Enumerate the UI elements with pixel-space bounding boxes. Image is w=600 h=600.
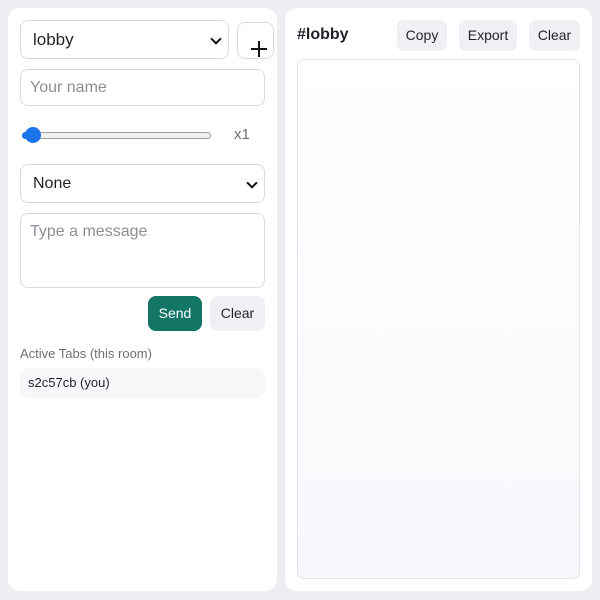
chevron-down-icon	[210, 33, 222, 45]
name-input-placeholder: Your name	[30, 79, 107, 96]
sidebar-panel: lobby Your name x1 None Type a message S…	[8, 8, 277, 591]
active-tab-item[interactable]: s2c57cb (you)	[20, 368, 265, 398]
chevron-down-icon	[246, 177, 258, 189]
name-input[interactable]: Your name	[20, 69, 265, 106]
message-log[interactable]	[297, 59, 580, 579]
message-input-placeholder: Type a message	[30, 223, 148, 240]
message-input[interactable]: Type a message	[20, 213, 265, 288]
copy-button[interactable]: Copy	[397, 20, 447, 51]
send-button[interactable]: Send	[148, 296, 202, 331]
export-button[interactable]: Export	[459, 20, 517, 51]
channel-title: #lobby	[297, 26, 349, 43]
speed-slider-track[interactable]	[22, 132, 211, 139]
add-room-button[interactable]	[237, 22, 274, 59]
speed-slider-value: x1	[234, 126, 250, 143]
effect-select[interactable]: None	[20, 164, 265, 203]
speed-slider-handle[interactable]	[25, 127, 41, 143]
effect-select-value: None	[33, 175, 72, 192]
room-select[interactable]: lobby	[20, 20, 229, 59]
clear-log-button[interactable]: Clear	[529, 20, 580, 51]
active-tabs-title: Active Tabs (this room)	[20, 346, 152, 361]
log-panel: #lobby Copy Export Clear	[285, 8, 592, 591]
room-select-value: lobby	[33, 30, 74, 49]
clear-message-button[interactable]: Clear	[210, 296, 265, 331]
